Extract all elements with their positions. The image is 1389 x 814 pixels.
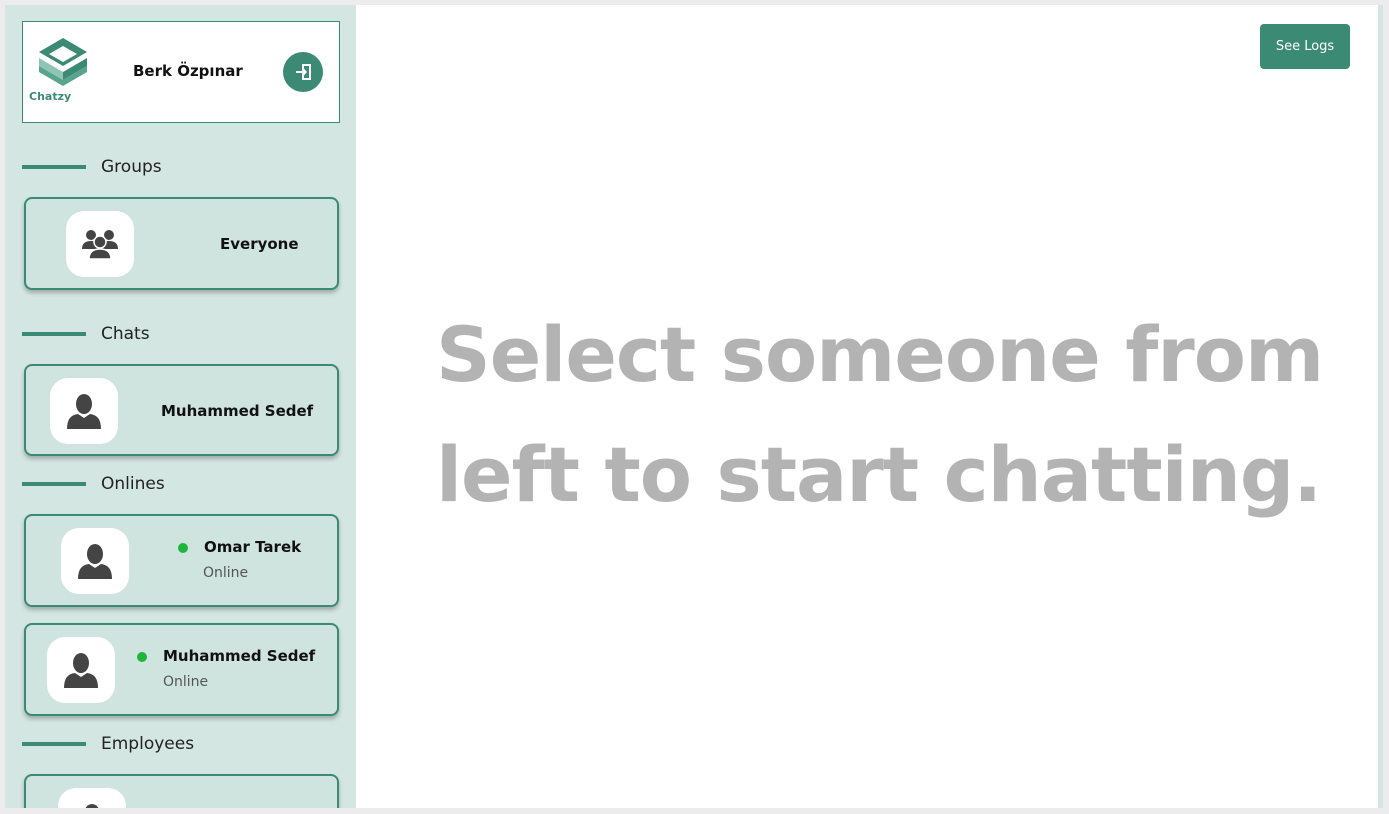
user-avatar bbox=[50, 378, 118, 444]
employee-item[interactable] bbox=[24, 774, 339, 808]
section-employees: Employees bbox=[22, 733, 194, 755]
online-item[interactable]: Omar Tarek Online bbox=[24, 514, 339, 607]
section-onlines: Onlines bbox=[22, 473, 165, 495]
empty-state-line-2: left to start chatting. bbox=[436, 430, 1322, 519]
logo-text: Chatzy bbox=[29, 90, 72, 103]
group-name: Everyone bbox=[220, 235, 299, 253]
group-item-everyone[interactable]: Everyone bbox=[24, 197, 339, 290]
user-icon bbox=[64, 653, 98, 688]
section-employees-label: Employees bbox=[101, 734, 195, 754]
group-icon bbox=[82, 230, 118, 260]
chat-name: Muhammed Sedef bbox=[161, 402, 314, 420]
logout-button[interactable] bbox=[283, 52, 323, 92]
section-groups-label: Groups bbox=[101, 157, 162, 177]
see-logs-button[interactable]: See Logs bbox=[1260, 24, 1350, 69]
user-avatar bbox=[58, 788, 126, 808]
online-user-name: Muhammed Sedef bbox=[163, 647, 316, 665]
online-status-dot bbox=[178, 543, 188, 553]
chat-item[interactable]: Muhammed Sedef bbox=[24, 364, 339, 456]
group-avatar bbox=[66, 211, 134, 277]
empty-state-message: Select someone from left to start chatti… bbox=[436, 295, 1336, 535]
online-user-status: Online bbox=[163, 674, 209, 690]
main-panel: See Logs Select someone from left to sta… bbox=[356, 5, 1383, 808]
sidebar: Chatzy Berk Özpınar Groups Everyone Chat… bbox=[5, 5, 356, 808]
user-avatar bbox=[61, 528, 129, 594]
section-divider bbox=[22, 742, 86, 746]
online-user-name: Omar Tarek bbox=[204, 538, 302, 556]
section-onlines-label: Onlines bbox=[101, 474, 165, 494]
section-chats: Chats bbox=[22, 323, 150, 345]
right-edge-strip bbox=[1378, 5, 1383, 808]
app-window: Chatzy Berk Özpınar Groups Everyone Chat… bbox=[5, 5, 1383, 808]
user-card: Chatzy Berk Özpınar bbox=[22, 21, 340, 123]
user-icon bbox=[85, 804, 99, 808]
online-status-dot bbox=[137, 652, 147, 662]
empty-state-line-1: Select someone from bbox=[436, 310, 1324, 399]
user-icon bbox=[78, 544, 112, 579]
online-user-status: Online bbox=[203, 565, 249, 581]
online-item[interactable]: Muhammed Sedef Online bbox=[24, 623, 339, 716]
section-chats-label: Chats bbox=[101, 324, 150, 344]
current-user-name: Berk Özpınar bbox=[133, 62, 243, 80]
section-divider bbox=[22, 332, 86, 336]
user-avatar bbox=[47, 637, 115, 703]
section-divider bbox=[22, 482, 86, 486]
section-groups: Groups bbox=[22, 156, 162, 178]
logout-icon bbox=[296, 64, 311, 80]
user-icon bbox=[67, 394, 101, 429]
section-divider bbox=[22, 165, 86, 169]
